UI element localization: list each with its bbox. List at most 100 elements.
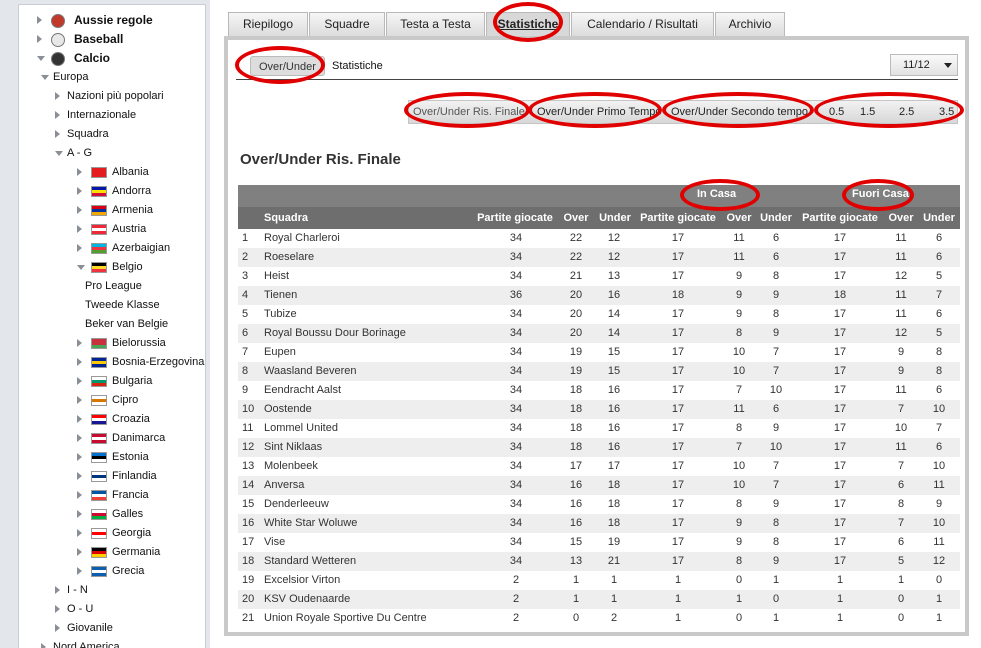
- threshold-2-5[interactable]: 2.5: [899, 101, 914, 123]
- column-header-cell[interactable]: Under: [918, 207, 960, 229]
- column-header-cell[interactable]: Squadra: [264, 207, 364, 229]
- sidebar-item-estonia[interactable]: Estonia: [19, 448, 205, 467]
- filter-secondo-tempo[interactable]: Over/Under Secondo tempo: [671, 101, 808, 123]
- chevron-right-icon[interactable]: [77, 548, 82, 556]
- column-header-cell[interactable]: Partite giocate: [474, 207, 556, 229]
- sidebar-item-galles[interactable]: Galles: [19, 505, 205, 524]
- team-link[interactable]: Heist: [264, 267, 494, 286]
- sidebar-item-francia[interactable]: Francia: [19, 486, 205, 505]
- chevron-down-icon[interactable]: [41, 75, 49, 80]
- sidebar-item-a-g[interactable]: A - G: [19, 144, 205, 163]
- chevron-right-icon[interactable]: [55, 111, 60, 119]
- season-select[interactable]: 11/12: [890, 54, 958, 76]
- sidebar-item-o-u[interactable]: O - U: [19, 600, 205, 619]
- team-link[interactable]: KSV Oudenaarde: [264, 590, 494, 609]
- filter-ris-finale[interactable]: Over/Under Ris. Finale: [413, 101, 525, 123]
- team-link[interactable]: Molenbeek: [264, 457, 494, 476]
- sidebar-item-andorra[interactable]: Andorra: [19, 182, 205, 201]
- tab-statistiche[interactable]: Statistiche: [486, 12, 570, 36]
- column-header-cell[interactable]: Under: [756, 207, 796, 229]
- chevron-right-icon[interactable]: [77, 396, 82, 404]
- sidebar-item-i-n[interactable]: I - N: [19, 581, 205, 600]
- chevron-right-icon[interactable]: [77, 510, 82, 518]
- team-link[interactable]: Roeselare: [264, 248, 494, 267]
- sidebar-item-nazioni-pi-popolari[interactable]: Nazioni più popolari: [19, 87, 205, 106]
- team-link[interactable]: Denderleeuw: [264, 495, 494, 514]
- threshold-1-5[interactable]: 1.5: [860, 101, 875, 123]
- sidebar-item-internazionale[interactable]: Internazionale: [19, 106, 205, 125]
- sidebar-item-baseball[interactable]: Baseball: [19, 30, 205, 49]
- chevron-right-icon[interactable]: [77, 415, 82, 423]
- team-link[interactable]: Vise: [264, 533, 494, 552]
- chevron-down-icon[interactable]: [77, 265, 85, 270]
- chevron-right-icon[interactable]: [77, 206, 82, 214]
- chevron-right-icon[interactable]: [77, 225, 82, 233]
- chevron-right-icon[interactable]: [55, 130, 60, 138]
- team-link[interactable]: Excelsior Virton: [264, 571, 494, 590]
- team-link[interactable]: Anversa: [264, 476, 494, 495]
- sidebar-item-austria[interactable]: Austria: [19, 220, 205, 239]
- sidebar-item-grecia[interactable]: Grecia: [19, 562, 205, 581]
- chevron-right-icon[interactable]: [77, 358, 82, 366]
- team-link[interactable]: Eupen: [264, 343, 494, 362]
- over-under-button[interactable]: Over/Under: [250, 56, 325, 76]
- chevron-right-icon[interactable]: [77, 567, 82, 575]
- chevron-right-icon[interactable]: [55, 586, 60, 594]
- column-header-cell[interactable]: Under: [594, 207, 636, 229]
- chevron-right-icon[interactable]: [77, 187, 82, 195]
- sidebar-item-bielorussia[interactable]: Bielorussia: [19, 334, 205, 353]
- chevron-down-icon[interactable]: [55, 151, 63, 156]
- filter-primo-tempo[interactable]: Over/Under Primo Tempo: [537, 101, 662, 123]
- team-link[interactable]: Royal Charleroi: [264, 229, 494, 248]
- column-header-cell[interactable]: Over: [884, 207, 918, 229]
- chevron-right-icon[interactable]: [55, 605, 60, 613]
- column-header-cell[interactable]: Partite giocate: [636, 207, 720, 229]
- sidebar-item-belgio[interactable]: Belgio: [19, 258, 205, 277]
- sidebar-item-bulgaria[interactable]: Bulgaria: [19, 372, 205, 391]
- sidebar-item-croazia[interactable]: Croazia: [19, 410, 205, 429]
- chevron-right-icon[interactable]: [77, 434, 82, 442]
- chevron-right-icon[interactable]: [77, 472, 82, 480]
- sidebar-item-beker-van-belgie[interactable]: Beker van Belgie: [19, 315, 205, 334]
- chevron-right-icon[interactable]: [77, 244, 82, 252]
- sidebar-item-danimarca[interactable]: Danimarca: [19, 429, 205, 448]
- chevron-right-icon[interactable]: [77, 377, 82, 385]
- chevron-right-icon[interactable]: [41, 643, 46, 648]
- chevron-right-icon[interactable]: [37, 16, 42, 24]
- team-link[interactable]: Waasland Beveren: [264, 362, 494, 381]
- sidebar-item-albania[interactable]: Albania: [19, 163, 205, 182]
- tab-archivio[interactable]: Archivio: [715, 12, 785, 36]
- chevron-right-icon[interactable]: [77, 491, 82, 499]
- sidebar-item-europa[interactable]: Europa: [19, 68, 205, 87]
- column-header-cell[interactable]: Partite giocate: [798, 207, 882, 229]
- sidebar-item-calcio[interactable]: Calcio: [19, 49, 205, 68]
- sidebar-item-germania[interactable]: Germania: [19, 543, 205, 562]
- team-link[interactable]: Eendracht Aalst: [264, 381, 494, 400]
- threshold-0-5[interactable]: 0.5: [829, 101, 844, 123]
- team-link[interactable]: Lommel United: [264, 419, 494, 438]
- sidebar-item-armenia[interactable]: Armenia: [19, 201, 205, 220]
- sidebar-item-georgia[interactable]: Georgia: [19, 524, 205, 543]
- threshold-3-5[interactable]: 3.5: [939, 101, 954, 123]
- chevron-right-icon[interactable]: [55, 624, 60, 632]
- team-link[interactable]: White Star Woluwe: [264, 514, 494, 533]
- sidebar-item-bosnia-erzegovina[interactable]: Bosnia-Erzegovina: [19, 353, 205, 372]
- tab-calendario-risultati[interactable]: Calendario / Risultati: [571, 12, 714, 36]
- tab-riepilogo[interactable]: Riepilogo: [228, 12, 308, 36]
- team-link[interactable]: Tubize: [264, 305, 494, 324]
- chevron-right-icon[interactable]: [55, 92, 60, 100]
- team-link[interactable]: Oostende: [264, 400, 494, 419]
- sidebar-item-finlandia[interactable]: Finlandia: [19, 467, 205, 486]
- team-link[interactable]: Union Royale Sportive Du Centre: [264, 609, 494, 628]
- statistiche-link[interactable]: Statistiche: [332, 56, 383, 76]
- chevron-down-icon[interactable]: [37, 56, 45, 61]
- team-link[interactable]: Tienen: [264, 286, 494, 305]
- tab-testa-a-testa[interactable]: Testa a Testa: [386, 12, 485, 36]
- tab-squadre[interactable]: Squadre: [309, 12, 385, 36]
- team-link[interactable]: Royal Boussu Dour Borinage: [264, 324, 494, 343]
- sidebar-item-aussie-regole[interactable]: Aussie regole: [19, 11, 205, 30]
- sidebar-item-cipro[interactable]: Cipro: [19, 391, 205, 410]
- chevron-right-icon[interactable]: [37, 35, 42, 43]
- column-header-cell[interactable]: Over: [560, 207, 592, 229]
- sidebar-item-giovanile[interactable]: Giovanile: [19, 619, 205, 638]
